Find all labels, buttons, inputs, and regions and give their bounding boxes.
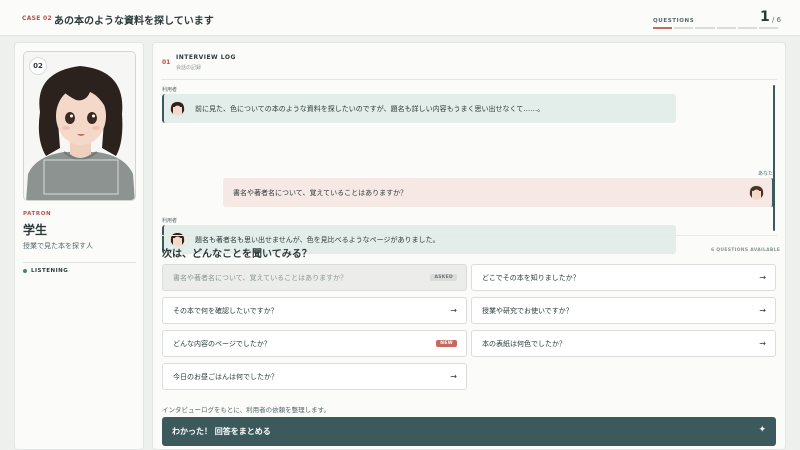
patron-description: 授業で見た本を探す人: [23, 242, 93, 250]
progress-segment: [758, 27, 779, 29]
arrow-right-icon: →: [759, 273, 766, 282]
log-subtitle: 会話の記録: [176, 65, 202, 71]
question-progress-bar: [653, 27, 779, 29]
questions-label: QUESTIONS: [653, 18, 695, 24]
status-dot-icon: [23, 269, 27, 273]
question-option[interactable]: 授業や研究でお使いですか？ →: [471, 297, 776, 324]
arrow-right-icon: →: [759, 339, 766, 348]
patron-status: LISTENING: [23, 268, 68, 274]
progress-segment: [674, 27, 694, 29]
patron-name: 学生: [23, 223, 48, 237]
progress-segment: [716, 27, 736, 29]
question-text: どこでその本を知りましたか？: [482, 273, 580, 282]
patron-portrait: 02: [23, 51, 136, 201]
message-text: 前に見た、色についての本のような資料を探したいのですが、題名も詳しい内容もうまく…: [195, 104, 545, 113]
question-total: / 6: [772, 16, 782, 24]
question-text: どんな内容のページでしたか？: [173, 339, 271, 348]
chat-log[interactable]: 利用者 前に見た、色についての本のような資料を探したいのですが、題名も詳しい内容…: [153, 80, 787, 254]
question-option[interactable]: 本の表紙は何色でしたか？ →: [471, 330, 776, 357]
question-text: 授業や研究でお使いですか？: [482, 306, 573, 315]
question-option-asked[interactable]: 書名や著者名について、覚えていることはありますか？ ASKED: [162, 264, 467, 291]
summary-note: インタビューログをもとに、利用者の依頼を整理します。: [162, 406, 331, 414]
question-text: 本の表紙は何色でしたか？: [482, 339, 566, 348]
chat-message-patron: 前に見た、色についての本のような資料を探したいのですが、題名も詳しい内容もうまく…: [162, 94, 676, 123]
progress-segment: [695, 27, 715, 29]
top-bar: CASE 02 あの本のような資料を探しています QUESTIONS 1 / 6: [0, 0, 800, 36]
message-text: 題名も著者名も思い出せませんが、色を見比べるようなページがありました。: [195, 235, 440, 244]
speaker-label: 利用者: [162, 218, 178, 224]
arrow-right-icon: →: [450, 372, 457, 381]
question-option-new[interactable]: どんな内容のページでしたか？ NEW: [162, 330, 467, 357]
patron-card: 02 PATRON 学生 授業で見た本を探す人 LISTENING: [14, 42, 144, 450]
asked-badge: ASKED: [430, 274, 457, 281]
divider: [161, 235, 777, 236]
question-option[interactable]: どこでその本を知りましたか？ →: [471, 264, 776, 291]
page-title: あの本のような資料を探しています: [54, 16, 214, 27]
progress-segment: [653, 27, 673, 29]
message-text: 書名や著者名について、覚えていることはありますか？: [233, 188, 408, 197]
sparkle-icon: ✦: [758, 425, 766, 435]
progress-segment: [737, 27, 757, 29]
divider: [23, 262, 136, 263]
log-section-number: 01: [162, 59, 171, 66]
question-current: 1: [760, 9, 770, 25]
question-text: 書名や著者名について、覚えていることはありますか？: [173, 273, 348, 282]
chat-scrollbar[interactable]: [773, 85, 775, 231]
question-option[interactable]: その本で何を確認したいですか？ →: [162, 297, 467, 324]
status-text: LISTENING: [31, 268, 69, 274]
submit-label: わかった！ 回答をまとめる: [172, 427, 271, 436]
chat-message-user: 書名や著者名について、覚えていることはありますか？: [223, 178, 774, 207]
user-avatar-icon: [749, 185, 764, 200]
patron-number-badge: 02: [29, 57, 47, 75]
questions-available-count: 6 QUESTIONS AVAILABLE: [711, 248, 781, 253]
speaker-label: 利用者: [162, 87, 178, 93]
next-question-heading: 次は、どんなことを聞いてみる？: [162, 249, 312, 260]
log-title: INTERVIEW LOG: [176, 54, 236, 61]
case-label: CASE 02: [22, 15, 53, 22]
question-text: その本で何を確認したいですか？: [173, 306, 278, 315]
interview-panel: 01 INTERVIEW LOG 会話の記録 利用者 前に見た、色についての本の…: [152, 42, 786, 450]
summarize-answer-button[interactable]: わかった！ 回答をまとめる ✦: [162, 417, 776, 446]
patron-avatar-icon: [170, 101, 185, 116]
question-text: 今日のお昼ごはんは何でしたか？: [173, 372, 278, 381]
patron-label: PATRON: [23, 211, 52, 217]
speaker-label: あなた: [758, 171, 774, 177]
question-option[interactable]: 今日のお昼ごはんは何でしたか？ →: [162, 363, 467, 390]
new-badge: NEW: [436, 340, 457, 347]
arrow-right-icon: →: [450, 306, 457, 315]
arrow-right-icon: →: [759, 306, 766, 315]
